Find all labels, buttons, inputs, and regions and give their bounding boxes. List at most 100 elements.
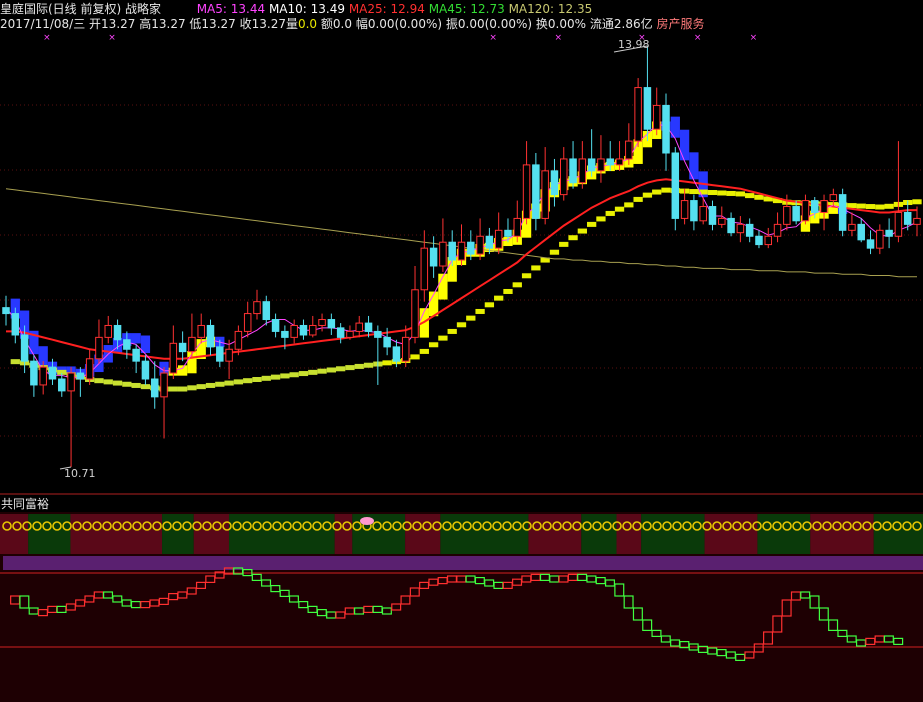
ma45-step-47: [438, 335, 448, 341]
state-block-16: [810, 514, 874, 554]
candle-body-56: [522, 164, 531, 219]
candle-body-1: [11, 313, 20, 336]
ma45-step-34: [317, 368, 327, 374]
state-block-2: [70, 514, 163, 554]
candle-body-63: [587, 158, 596, 172]
candle-body-84: [783, 206, 791, 225]
candle-body-39: [364, 322, 373, 332]
candle-body-96: [894, 211, 903, 237]
ma45-step-62: [577, 228, 587, 234]
candle-body-42: [392, 346, 401, 362]
state-block-8: [405, 514, 441, 554]
candle-body-10: [95, 336, 103, 360]
kline-chart[interactable]: ×××××××××××××××: [0, 0, 923, 702]
candle-body-38: [355, 322, 363, 332]
candle-body-88: [820, 200, 828, 213]
candlesticks: [2, 45, 921, 470]
state-block-17: [873, 514, 923, 554]
event-marker-3: ×: [554, 33, 562, 43]
candle-body-82: [764, 235, 773, 246]
ma45-step-14: [131, 382, 141, 388]
state-block-13: [641, 514, 705, 554]
ma45-step-59: [549, 249, 560, 255]
event-marker-0: ×: [43, 33, 51, 43]
candle-body-78: [727, 217, 735, 234]
candle-body-50: [467, 241, 475, 255]
ma45-step-51: [475, 308, 485, 314]
candle-body-85: [792, 206, 800, 222]
candle-body-83: [773, 223, 782, 237]
ma45-step-11: [103, 379, 113, 385]
ma45-step-79: [735, 191, 746, 197]
candle-body-71: [662, 104, 670, 154]
candle-body-35: [327, 319, 336, 329]
candle-body-2: [20, 334, 29, 362]
ma45-step-18: [168, 386, 178, 392]
candle-body-64: [597, 158, 605, 172]
state-block-10: [528, 514, 582, 554]
ma45-step-35: [326, 367, 337, 373]
high-annotation: 13.98: [618, 38, 650, 51]
ma45-step-28: [261, 375, 271, 381]
ma45-step-76: [707, 190, 718, 196]
ma45-step-13: [122, 381, 132, 387]
ma45-step-10: [94, 378, 104, 384]
state-block-9: [440, 514, 529, 554]
candle-body-16: [150, 378, 159, 398]
state-block-1: [28, 514, 71, 554]
candle-body-76: [708, 206, 717, 225]
candle-body-40: [374, 330, 382, 338]
candle-body-87: [810, 200, 819, 213]
ma45-step-69: [642, 192, 653, 198]
candle-body-95: [885, 229, 893, 237]
ma45-step-74: [689, 189, 699, 195]
candle-body-41: [383, 336, 391, 348]
ma45-step-25: [233, 379, 244, 385]
ma45-step-30: [280, 373, 290, 379]
ma45-step-63: [586, 221, 597, 227]
candle-body-5: [48, 366, 57, 380]
ma45-step-46: [428, 342, 439, 348]
candle-body-68: [634, 87, 642, 142]
candle-body-18: [169, 342, 178, 374]
candle-body-58: [541, 170, 549, 219]
candle-body-4: [39, 366, 47, 386]
candle-body-70: [652, 104, 661, 130]
ma45-step-94: [875, 204, 885, 210]
ma45-step-78: [726, 190, 736, 196]
ma45-step-27: [252, 377, 262, 382]
candle-body-47: [439, 241, 447, 267]
candle-body-9: [85, 358, 94, 380]
ma45-step-61: [568, 235, 578, 241]
ma45-step-49: [456, 322, 467, 328]
ma45-step-65: [605, 210, 615, 216]
candle-body-75: [699, 206, 707, 222]
ma45-step-45: [419, 348, 429, 354]
candle-body-19: [178, 342, 187, 353]
ma45-step-68: [633, 196, 643, 202]
candle-body-81: [755, 235, 763, 246]
candle-body-24: [225, 348, 233, 362]
ma45-step-26: [243, 378, 253, 384]
candle-body-26: [243, 313, 252, 332]
state-block-4: [193, 514, 229, 554]
sub-indicator-title: 共同富裕: [1, 497, 50, 511]
candle-body-80: [745, 223, 754, 237]
candle-body-67: [625, 140, 633, 160]
candle-body-3: [30, 360, 38, 386]
ma45-step-55: [512, 282, 522, 288]
state-block-14: [704, 514, 758, 554]
candle-body-53: [494, 229, 503, 249]
band-seg-73: [679, 129, 690, 161]
candle-body-74: [690, 200, 698, 222]
ma45-step-80: [745, 193, 755, 199]
ma45-step-81: [754, 194, 764, 200]
band-seg-19: [177, 365, 188, 376]
ma45-step-50: [466, 315, 476, 321]
candle-body-65: [606, 158, 614, 166]
event-markers: ×××××××××××××××: [43, 33, 757, 43]
ma45-step-21: [196, 384, 206, 390]
state-block-15: [757, 514, 811, 554]
ma45-step-33: [308, 369, 318, 375]
ma45-step-38: [354, 363, 364, 369]
